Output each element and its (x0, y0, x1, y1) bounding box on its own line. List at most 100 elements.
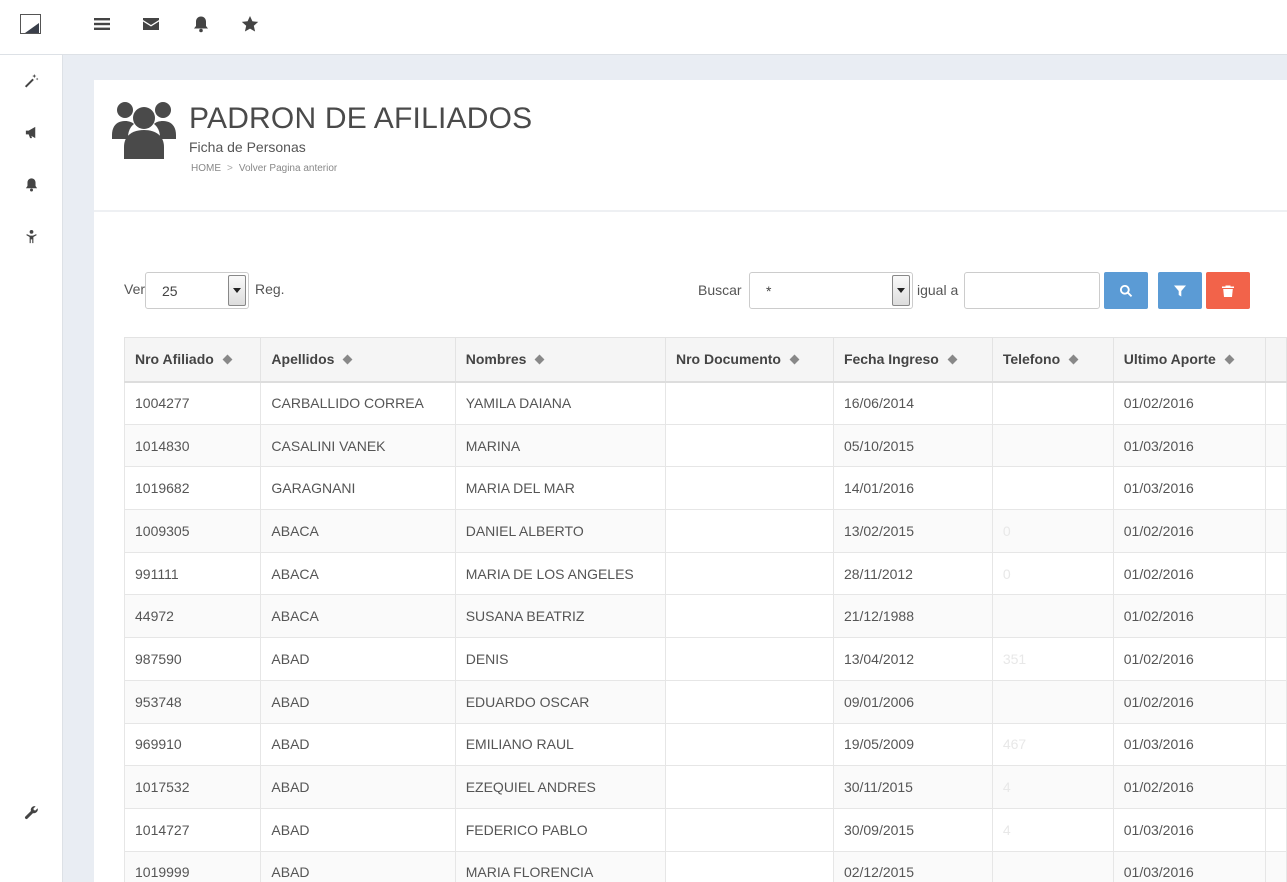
table-cell: EZEQUIEL ANDRES (454, 765, 666, 809)
table-cell: CARBALLIDO CORREA (260, 381, 456, 425)
table-cell: ABAD (260, 765, 456, 809)
wrench-icon[interactable] (22, 803, 40, 821)
column-header-nro-afiliado[interactable]: Nro Afiliado (123, 337, 262, 383)
table-cell (664, 722, 834, 767)
table-cell (664, 594, 834, 639)
person-icon[interactable] (22, 227, 40, 245)
table-row[interactable]: 991111 ABACA MARIA DE LOS ANGELES 28/11/201… (123, 551, 1287, 596)
table-cell (664, 466, 834, 511)
star-icon[interactable] (240, 14, 260, 34)
sort-icon[interactable] (534, 354, 545, 365)
table-row[interactable]: 1009305 ABACA DANIEL ALBERTO 13/02/2015 0 01/… (123, 509, 1287, 553)
table-row[interactable]: 987590 ABAD DENIS 13/04/2012 351 01/02/2016 (123, 637, 1287, 681)
table-cell (1265, 551, 1287, 596)
table-row[interactable]: 1004277 CARBALLIDO CORREA YAMILA DAIANA 16/… (123, 381, 1287, 425)
column-header-nro-documento[interactable]: Nro Documento (664, 337, 834, 383)
filter-icon (1174, 285, 1186, 296)
table-row[interactable]: 1017532 ABAD EZEQUIEL ANDRES 30/11/2015 4 01/… (123, 765, 1287, 809)
column-header-fecha-ingreso[interactable]: Fecha Ingreso (832, 337, 993, 383)
table-cell (991, 466, 1114, 511)
table-cell (991, 679, 1114, 724)
table-cell: 01/03/2016 (1112, 423, 1267, 468)
breadcrumb-back[interactable]: Volver Pagina anterior (239, 163, 337, 174)
table-cell: 09/01/2006 (832, 679, 993, 724)
table-cell: MARIA DEL MAR (454, 466, 666, 511)
column-header-telefono[interactable]: Telefono (991, 337, 1114, 383)
page-header: PADRON DE AFILIADOS Ficha de Personas HO… (94, 80, 1287, 212)
table-cell: GARAGNANI (260, 466, 456, 511)
table-cell: 02/12/2015 (832, 850, 993, 882)
breadcrumb-home[interactable]: HOME (191, 163, 221, 174)
table-cell: 467 (991, 722, 1114, 767)
bell-icon[interactable] (22, 175, 40, 193)
table-cell (1265, 637, 1287, 681)
megaphone-icon[interactable] (22, 123, 40, 141)
magic-wand-icon[interactable] (22, 71, 40, 89)
table-cell: ABAD (260, 637, 456, 681)
breadcrumb: HOME > Volver Pagina anterior (191, 163, 337, 174)
envelope-icon[interactable] (141, 14, 161, 34)
table-cell: 01/03/2016 (1112, 466, 1267, 511)
table-cell (991, 381, 1114, 425)
table-cell: 01/02/2016 (1112, 765, 1267, 809)
table-row[interactable]: 1014727 ABAD FEDERICO PABLO 30/09/2015 4 01/0… (123, 807, 1287, 852)
table-row[interactable]: 1014830 CASALINI VANEK MARINA 05/10/2015 01/… (123, 423, 1287, 468)
table-cell: 4 (991, 807, 1114, 852)
table-cell: FEDERICO PABLO (454, 807, 666, 852)
filter-button[interactable] (1158, 272, 1202, 309)
search-input[interactable] (964, 272, 1100, 309)
table-cell: 969910 (123, 722, 262, 767)
table-cell (1265, 509, 1287, 553)
chevron-down-icon[interactable] (228, 275, 246, 306)
table-cell: 01/02/2016 (1112, 509, 1267, 553)
column-header-ultimo-aporte[interactable]: Ultimo Aporte (1112, 337, 1267, 383)
table-cell: SUSANA BEATRIZ (454, 594, 666, 639)
table-body: 1004277 CARBALLIDO CORREA YAMILA DAIANA 16/… (123, 381, 1287, 882)
table-row[interactable]: 953748 ABAD EDUARDO OSCAR 09/01/2006 01/02/2… (123, 679, 1287, 724)
table-cell: ABACA (260, 594, 456, 639)
sort-icon[interactable] (342, 354, 353, 365)
menu-icon[interactable] (92, 14, 112, 34)
table-cell: ABAD (260, 679, 456, 724)
sort-icon[interactable] (1224, 354, 1235, 365)
delete-button[interactable] (1206, 272, 1250, 309)
table-cell: 953748 (123, 679, 262, 724)
equals-label: igual a (917, 282, 959, 298)
table-row[interactable]: 1019682 GARAGNANI MARIA DEL MAR 14/01/2016 0… (123, 466, 1287, 511)
sort-icon[interactable] (1068, 354, 1079, 365)
table-cell: 987590 (123, 637, 262, 681)
table-cell: 01/02/2016 (1112, 679, 1267, 724)
table-cell (664, 509, 834, 553)
column-header-apellidos[interactable]: Apellidos (260, 337, 456, 383)
sort-icon[interactable] (789, 354, 800, 365)
sort-icon[interactable] (947, 354, 958, 365)
table-cell: 1017532 (123, 765, 262, 809)
table-cell: 30/11/2015 (832, 765, 993, 809)
table-cell: ABACA (260, 509, 456, 553)
table-cell: ABAD (260, 722, 456, 767)
app-logo-icon[interactable] (20, 14, 41, 34)
table-cell: 28/11/2012 (832, 551, 993, 596)
table-row[interactable]: 1019999 ABAD MARIA FLORENCIA 02/12/2015 01/0… (123, 850, 1287, 882)
table-cell (1265, 807, 1287, 852)
table-cell (1265, 722, 1287, 767)
table-cell: 05/10/2015 (832, 423, 993, 468)
table-cell: CASALINI VANEK (260, 423, 456, 468)
table-row[interactable]: 44972 ABACA SUSANA BEATRIZ 21/12/1988 01/02/… (123, 594, 1287, 639)
table-cell: 351 (991, 637, 1114, 681)
table-cell (1265, 423, 1287, 468)
table-row[interactable]: 969910 ABAD EMILIANO RAUL 19/05/2009 467 01/0… (123, 722, 1287, 767)
search-button[interactable] (1104, 272, 1148, 309)
table-cell: 0 (991, 551, 1114, 596)
bell-icon[interactable] (191, 14, 211, 34)
sort-icon[interactable] (222, 354, 233, 365)
table-cell: 1004277 (123, 381, 262, 425)
column-header-nombres[interactable]: Nombres (454, 337, 666, 383)
search-field-select[interactable]: * (749, 272, 913, 309)
table-cell: MARINA (454, 423, 666, 468)
chevron-down-icon[interactable] (892, 275, 910, 306)
search-icon (1120, 284, 1133, 297)
search-field-value: * (766, 283, 772, 299)
table-cell (1265, 765, 1287, 809)
page-size-select[interactable]: 25 (145, 272, 249, 309)
